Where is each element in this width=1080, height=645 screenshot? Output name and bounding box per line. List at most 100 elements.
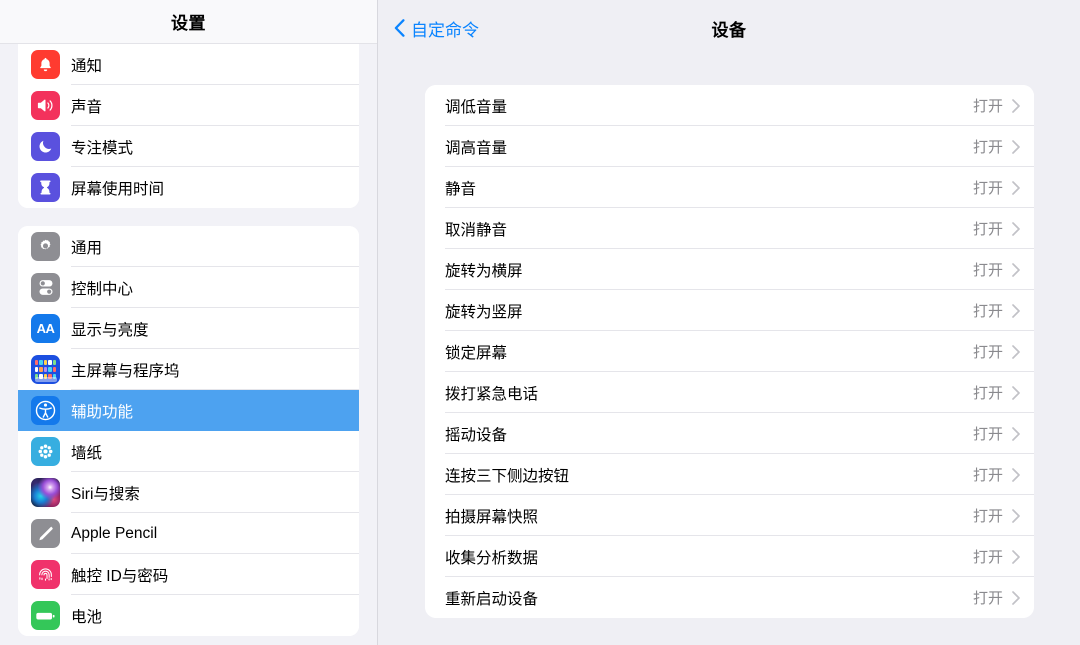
sidebar-item-home-screen-dock[interactable]: 主屏幕与程序坞 <box>18 349 359 390</box>
list-item-label: 调高音量 <box>445 139 508 157</box>
sidebar-item-label: 专注模式 <box>71 139 134 157</box>
list-item-label: 静音 <box>445 180 477 198</box>
list-item[interactable]: 调低音量 打开 <box>425 85 1034 126</box>
sidebar-item-control-center[interactable]: 控制中心 <box>18 267 359 308</box>
list-item-label: 旋转为横屏 <box>445 262 523 280</box>
sidebar-item-label: 通知 <box>71 57 103 75</box>
list-item[interactable]: 旋转为竖屏 打开 <box>425 290 1034 331</box>
speaker-icon <box>31 91 60 120</box>
pencil-icon <box>31 519 60 548</box>
sidebar-item-notifications[interactable]: 通知 <box>18 44 359 85</box>
chevron-right-icon <box>1012 221 1020 236</box>
chevron-right-icon <box>1012 303 1020 318</box>
list-item-value: 打开 <box>972 221 1003 238</box>
sidebar-item-label: Siri与搜索 <box>71 485 140 503</box>
list-item-label: 拍摄屏幕快照 <box>445 508 539 526</box>
home-screen-icon <box>31 355 60 384</box>
sidebar-item-label: 电池 <box>71 608 103 626</box>
text-size-icon: AA <box>31 314 60 343</box>
list-item-value: 打开 <box>972 303 1003 320</box>
list-item-value: 打开 <box>972 426 1003 443</box>
sidebar-item-label: 控制中心 <box>71 280 134 298</box>
list-item-value: 打开 <box>972 467 1003 484</box>
home-screen-dock-bar <box>34 376 57 382</box>
sidebar-item-screen-time[interactable]: 屏幕使用时间 <box>18 167 359 208</box>
detail-header: 自定命令 设备 <box>378 0 1080 56</box>
list-item[interactable]: 拍摄屏幕快照 打开 <box>425 495 1034 536</box>
list-item[interactable]: 调高音量 打开 <box>425 126 1034 167</box>
sidebar-item-label: 辅助功能 <box>71 403 134 421</box>
chevron-right-icon <box>1012 344 1020 359</box>
sidebar-item-label: 主屏幕与程序坞 <box>71 362 180 380</box>
sidebar-item-touch-id-passcode[interactable]: 触控 ID与密码 <box>18 554 359 595</box>
list-item[interactable]: 取消静音 打开 <box>425 208 1034 249</box>
detail-pane: 自定命令 设备 调低音量 打开 调高音量 打开 静音 打开 取消静音 打开 旋转… <box>378 0 1080 645</box>
sidebar-item-label: 声音 <box>71 98 103 116</box>
page-title: 设备 <box>711 20 747 40</box>
chevron-right-icon <box>1012 590 1020 605</box>
sidebar-item-focus[interactable]: 专注模式 <box>18 126 359 167</box>
sidebar-item-label: 屏幕使用时间 <box>71 180 165 198</box>
list-item-label: 旋转为竖屏 <box>445 303 523 321</box>
chevron-right-icon <box>1012 98 1020 113</box>
toggles-icon <box>31 273 60 302</box>
sidebar-item-wallpaper[interactable]: 墙纸 <box>18 431 359 472</box>
list-item-value: 打开 <box>972 385 1003 402</box>
list-item[interactable]: 收集分析数据 打开 <box>425 536 1034 577</box>
chevron-right-icon <box>1012 467 1020 482</box>
list-item-value: 打开 <box>972 180 1003 197</box>
sidebar-item-label: 显示与亮度 <box>71 321 149 339</box>
list-item-label: 取消静音 <box>445 221 508 239</box>
chevron-right-icon <box>1012 549 1020 564</box>
list-item-value: 打开 <box>972 508 1003 525</box>
list-item[interactable]: 拨打紧急电话 打开 <box>425 372 1034 413</box>
list-item-label: 锁定屏幕 <box>445 344 508 362</box>
sidebar-item-label: 墙纸 <box>71 444 103 462</box>
list-item-label: 收集分析数据 <box>445 549 539 567</box>
sidebar-item-accessibility[interactable]: 辅助功能 <box>18 390 359 431</box>
list-item[interactable]: 旋转为横屏 打开 <box>425 249 1034 290</box>
battery-icon <box>31 601 60 630</box>
list-item[interactable]: 连按三下侧边按钮 打开 <box>425 454 1034 495</box>
detail-scroll-area[interactable]: 调低音量 打开 调高音量 打开 静音 打开 取消静音 打开 旋转为横屏 打开 旋… <box>378 56 1080 645</box>
hourglass-icon <box>31 173 60 202</box>
list-item-value: 打开 <box>972 262 1003 279</box>
sidebar-item-sounds[interactable]: 声音 <box>18 85 359 126</box>
chevron-right-icon <box>1012 426 1020 441</box>
aa-glyph: AA <box>36 321 55 336</box>
list-item-value: 打开 <box>972 590 1003 607</box>
chevron-right-icon <box>1012 508 1020 523</box>
list-item-value: 打开 <box>972 98 1003 115</box>
commands-list-card: 调低音量 打开 调高音量 打开 静音 打开 取消静音 打开 旋转为横屏 打开 旋… <box>425 85 1034 618</box>
sidebar-group-2: 通用 控制中心 AA 显示与亮度 主屏幕与程序坞 辅助功能 墙纸 Siri与搜索… <box>18 226 359 636</box>
sidebar-item-label: 触控 ID与密码 <box>71 567 169 585</box>
settings-sidebar: 设置 通知 声音 专注模式 屏幕使用时间 通用 控制中心 AA 显示与亮度 主屏… <box>0 0 378 645</box>
list-item-label: 重新启动设备 <box>445 590 539 608</box>
sidebar-item-general[interactable]: 通用 <box>18 226 359 267</box>
list-item-label: 连按三下侧边按钮 <box>445 467 570 485</box>
list-item-label: 拨打紧急电话 <box>445 385 539 403</box>
list-item[interactable]: 锁定屏幕 打开 <box>425 331 1034 372</box>
chevron-right-icon <box>1012 385 1020 400</box>
sidebar-item-label: 通用 <box>71 239 103 257</box>
chevron-right-icon <box>1012 139 1020 154</box>
list-item-label: 调低音量 <box>445 98 508 116</box>
sidebar-scroll-area[interactable]: 通知 声音 专注模式 屏幕使用时间 通用 控制中心 AA 显示与亮度 主屏幕与程… <box>0 44 377 645</box>
chevron-right-icon <box>1012 180 1020 195</box>
moon-icon <box>31 132 60 161</box>
list-item[interactable]: 重新启动设备 打开 <box>425 577 1034 618</box>
list-item-value: 打开 <box>972 344 1003 361</box>
siri-icon <box>31 478 60 507</box>
list-item[interactable]: 摇动设备 打开 <box>425 413 1034 454</box>
list-item-label: 摇动设备 <box>445 426 508 444</box>
chevron-right-icon <box>1012 262 1020 277</box>
sidebar-item-label: Apple Pencil <box>71 524 158 542</box>
sidebar-header: 设置 <box>0 0 377 44</box>
sidebar-item-battery[interactable]: 电池 <box>18 595 359 636</box>
sidebar-item-display-brightness[interactable]: AA 显示与亮度 <box>18 308 359 349</box>
wallpaper-icon <box>31 437 60 466</box>
sidebar-item-apple-pencil[interactable]: Apple Pencil <box>18 513 359 554</box>
list-item[interactable]: 静音 打开 <box>425 167 1034 208</box>
sidebar-item-siri-search[interactable]: Siri与搜索 <box>18 472 359 513</box>
bell-icon <box>31 50 60 79</box>
